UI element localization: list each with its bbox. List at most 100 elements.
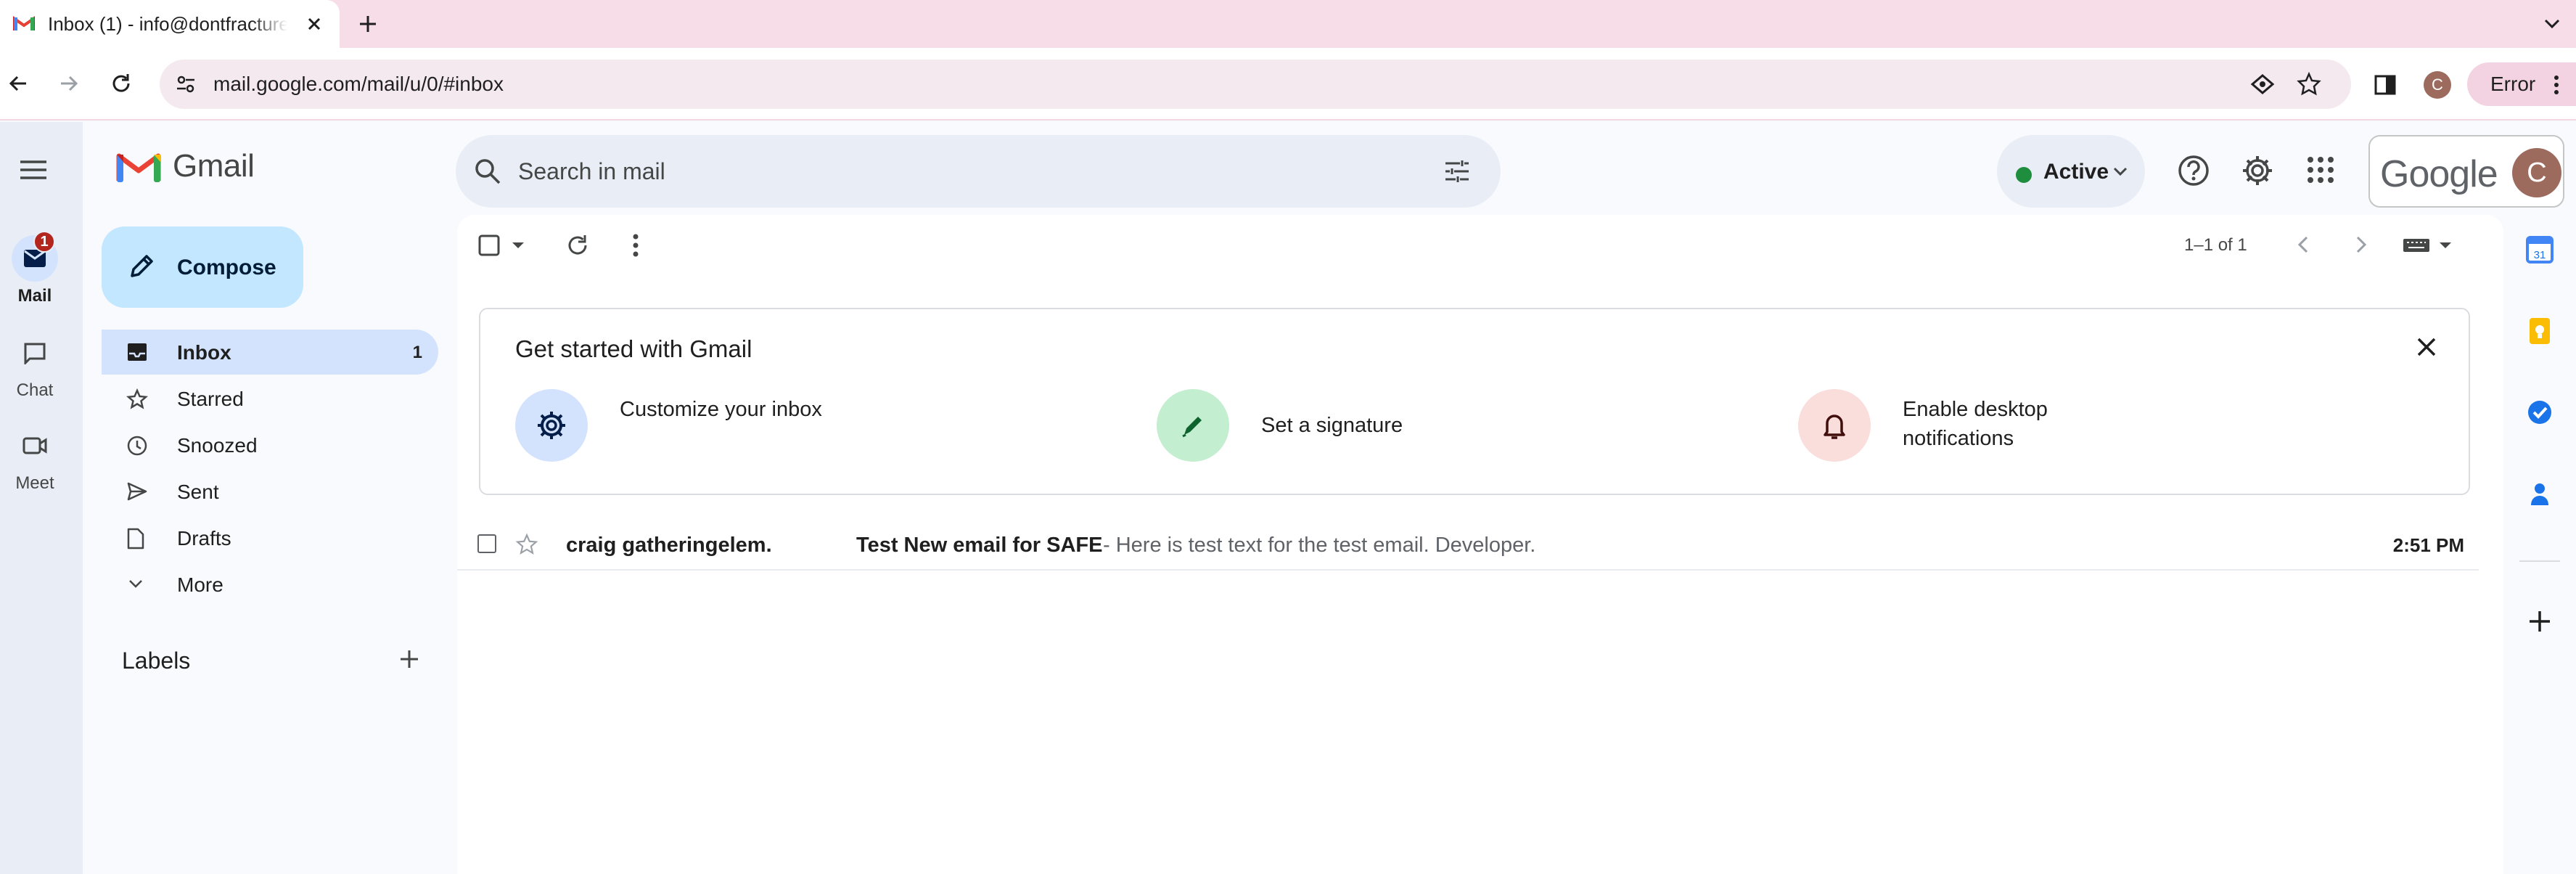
tip-label: Set a signature	[1261, 414, 1403, 437]
bookmark-star-icon[interactable]	[2296, 71, 2322, 97]
search-bar[interactable]: Search in mail	[456, 135, 1501, 208]
message-snippet: - Here is test text for the test email. …	[1103, 534, 1536, 557]
rail-item-mail[interactable]: 1 Mail	[0, 231, 70, 306]
nav-item-inbox[interactable]: Inbox 1	[102, 330, 438, 375]
rail-item-chat[interactable]: Chat	[0, 330, 70, 401]
rail-item-meet[interactable]: Meet	[0, 422, 70, 494]
gear-icon	[515, 389, 588, 462]
newer-chevron-left-icon[interactable]	[2293, 234, 2315, 256]
apps-grid-icon[interactable]	[2305, 154, 2337, 186]
main-menu-icon[interactable]	[19, 160, 48, 180]
side-apps-rail: 31	[2503, 215, 2576, 874]
search-icon[interactable]	[473, 157, 502, 186]
send-icon	[126, 481, 148, 502]
close-tab-icon[interactable]	[303, 13, 325, 35]
nav-label: Sent	[177, 481, 219, 503]
nav-label: More	[177, 573, 223, 596]
pencil-icon	[126, 251, 157, 282]
tab-search-chevron-icon[interactable]	[2541, 15, 2563, 32]
more-vert-icon[interactable]	[2553, 74, 2560, 96]
pen-icon	[1157, 389, 1229, 462]
rail-label-meet: Meet	[15, 473, 54, 493]
tab-title: Inbox (1) - info@dontfracture	[48, 13, 287, 35]
message-list-panel: 1–1 of 1 Get started with Gmail Customiz…	[457, 215, 2503, 874]
mail-unread-badge: 1	[33, 231, 55, 253]
rail-label-chat: Chat	[16, 380, 54, 400]
tasks-icon[interactable]	[2525, 398, 2554, 427]
get-addons-plus-icon[interactable]	[2525, 607, 2554, 636]
nav-item-more[interactable]: More	[102, 562, 438, 607]
app-rail: 1 Mail Chat Meet	[0, 122, 83, 874]
url-text: mail.google.com/mail/u/0/#inbox	[213, 73, 504, 95]
contacts-icon[interactable]	[2525, 479, 2554, 508]
nav-item-sent[interactable]: Sent	[102, 469, 438, 514]
browser-toolbar: mail.google.com/mail/u/0/#inbox C Error	[0, 48, 2576, 121]
clock-icon	[126, 435, 148, 457]
browser-tab-strip: Inbox (1) - info@dontfracture	[0, 0, 2576, 48]
message-row[interactable]: craig gatheringelem. Test New email for …	[457, 518, 2479, 571]
browser-profile-avatar[interactable]: C	[2424, 71, 2451, 99]
gmail-favicon-icon	[13, 15, 35, 32]
site-settings-icon[interactable]	[174, 73, 197, 96]
compose-button[interactable]: Compose	[102, 226, 303, 308]
settings-gear-icon[interactable]	[2241, 154, 2274, 187]
nav-label: Snoozed	[177, 434, 258, 457]
forward-arrow-icon[interactable]	[57, 71, 81, 96]
google-wordmark: Google	[2380, 153, 2498, 195]
close-icon[interactable]	[2413, 334, 2440, 360]
message-time: 2:51 PM	[2392, 534, 2464, 556]
calendar-icon[interactable]: 31	[2525, 235, 2554, 264]
video-camera-icon	[12, 422, 58, 469]
select-dropdown-chevron-icon[interactable]	[511, 241, 525, 250]
reload-icon[interactable]	[109, 71, 134, 96]
help-icon[interactable]	[2177, 154, 2210, 187]
keep-icon[interactable]	[2525, 316, 2554, 346]
message-subject: Test New email for SAFE	[856, 534, 1103, 557]
input-tools-keyboard-icon[interactable]	[2402, 237, 2456, 254]
nav-label: Drafts	[177, 527, 231, 550]
nav-label: Starred	[177, 388, 244, 410]
side-panel-icon[interactable]	[2373, 73, 2397, 97]
nav-item-drafts[interactable]: Drafts	[102, 515, 438, 560]
rail-label-mail: Mail	[17, 286, 52, 306]
mail-icon: 1	[12, 231, 58, 282]
gmail-logo[interactable]: Gmail	[116, 148, 255, 184]
inbox-count: 1	[412, 343, 422, 362]
status-selector[interactable]: Active	[1997, 135, 2145, 208]
search-input[interactable]: Search in mail	[518, 158, 665, 185]
inbox-icon	[126, 342, 148, 362]
more-options-icon[interactable]	[631, 232, 640, 258]
bell-icon	[1798, 389, 1871, 462]
tip-label: Customize your inbox	[620, 398, 822, 421]
google-account-button[interactable]: Google C	[2368, 135, 2564, 208]
gmail-m-logo-icon	[116, 149, 161, 184]
account-avatar: C	[2512, 148, 2561, 197]
tracking-protection-icon[interactable]	[2249, 73, 2276, 96]
refresh-icon[interactable]	[565, 232, 591, 258]
address-bar[interactable]: mail.google.com/mail/u/0/#inbox	[160, 60, 2351, 109]
browser-error-button[interactable]: Error	[2467, 62, 2576, 106]
older-chevron-right-icon[interactable]	[2350, 234, 2371, 256]
getting-started-title: Get started with Gmail	[515, 335, 752, 362]
new-tab-plus-icon[interactable]	[356, 12, 380, 36]
chevron-down-icon	[126, 574, 145, 593]
back-arrow-icon[interactable]	[6, 71, 30, 96]
add-label-plus-icon[interactable]	[398, 648, 421, 671]
chat-icon	[12, 330, 58, 376]
labels-heading: Labels	[122, 648, 191, 674]
chevron-down-icon	[2112, 166, 2129, 177]
compose-label: Compose	[177, 256, 276, 279]
status-dot	[2016, 167, 2032, 183]
svg-text:31: 31	[2534, 249, 2546, 261]
getting-started-card: Get started with Gmail Customize your in…	[479, 308, 2470, 495]
star-icon[interactable]	[515, 533, 538, 556]
search-options-icon[interactable]	[1443, 157, 1472, 186]
nav-item-snoozed[interactable]: Snoozed	[102, 422, 438, 467]
browser-tab-active[interactable]: Inbox (1) - info@dontfracture	[0, 0, 340, 48]
error-label: Error	[2490, 73, 2536, 95]
message-checkbox[interactable]	[477, 534, 496, 553]
nav-item-starred[interactable]: Starred	[102, 376, 438, 421]
tip-label: Enable desktop notifications	[1903, 398, 2048, 450]
select-all-checkbox[interactable]	[477, 234, 501, 257]
star-icon	[126, 388, 148, 410]
